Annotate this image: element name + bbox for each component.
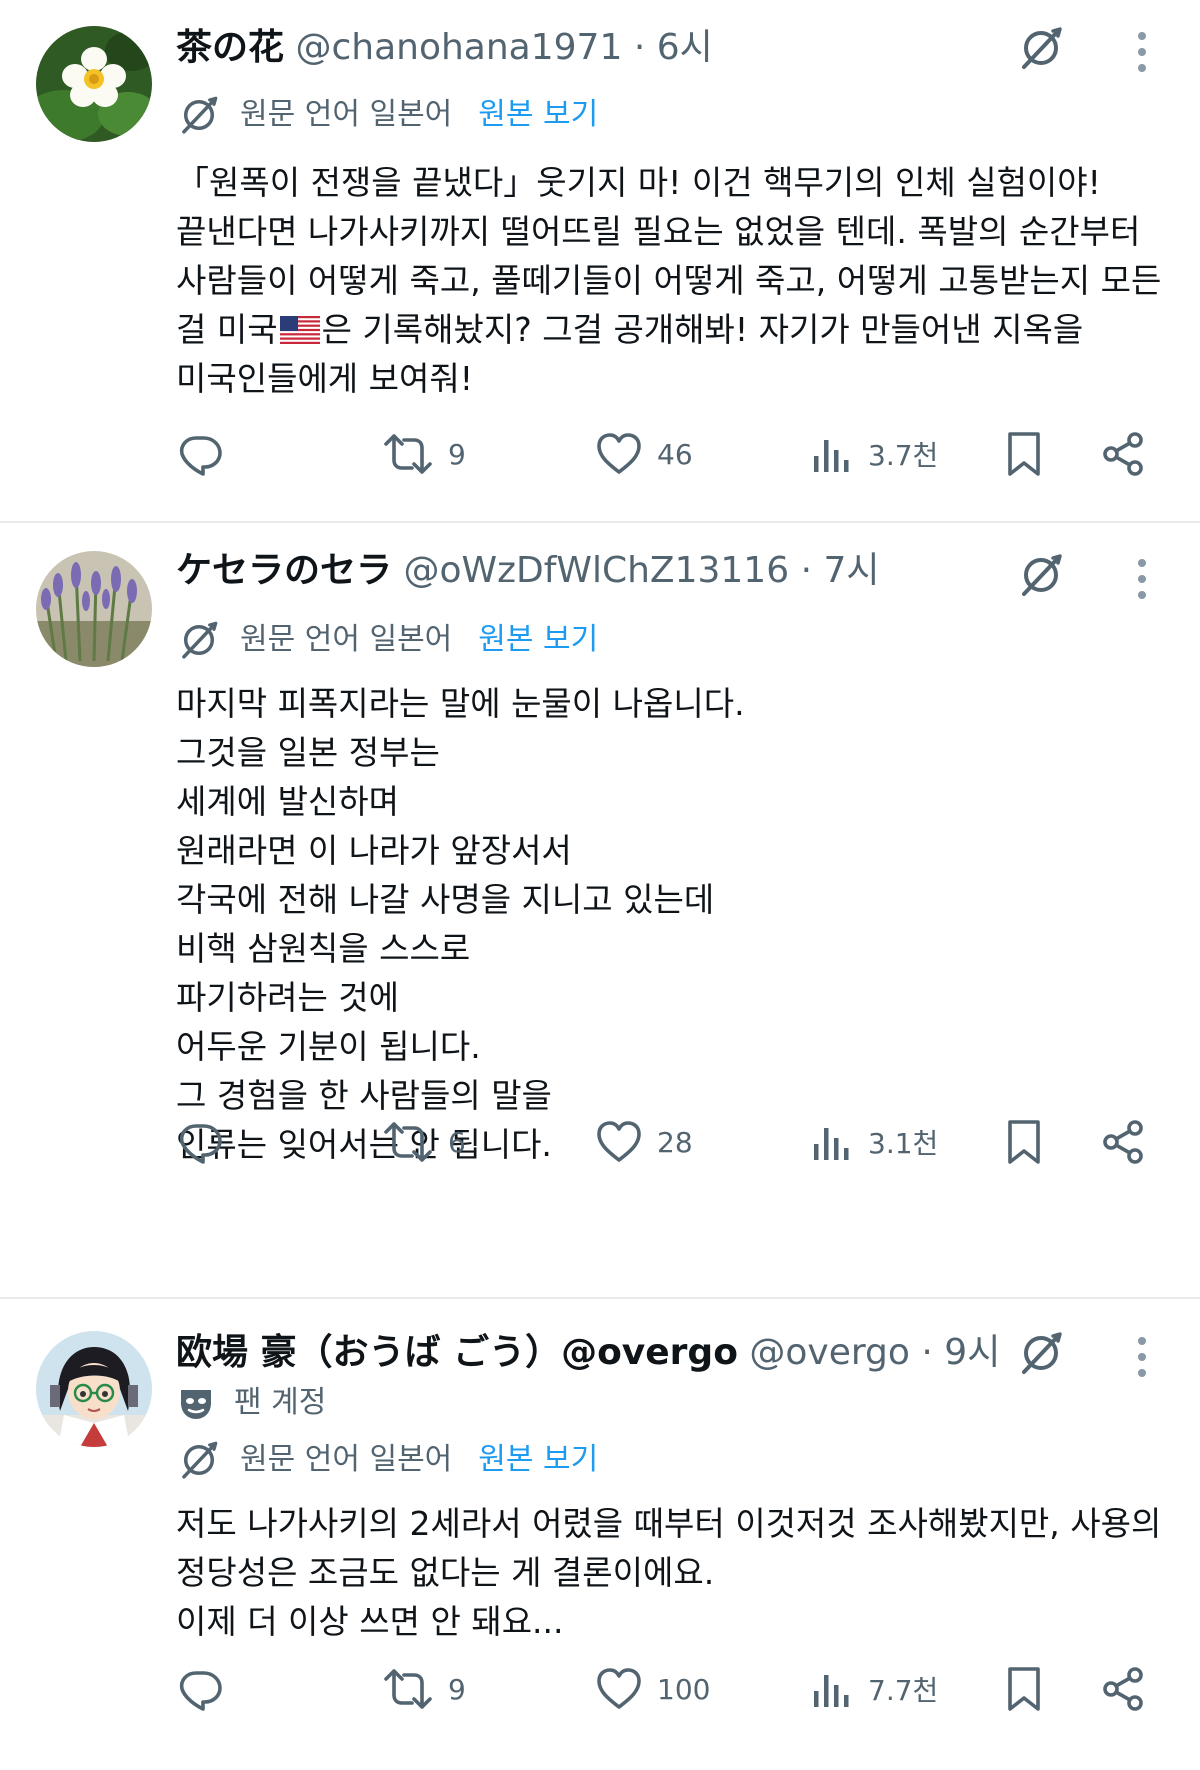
separator-dot: · <box>800 550 813 591</box>
like-button[interactable]: 100 <box>595 1659 710 1719</box>
share-icon <box>1100 1118 1148 1166</box>
bookmark-button[interactable] <box>1004 1112 1044 1172</box>
view-count: 3.7천 <box>868 439 939 472</box>
retweet-button[interactable]: 6 <box>382 1112 466 1172</box>
source-language-label: 원문 언어 일본어 <box>240 97 453 132</box>
like-icon <box>595 430 643 478</box>
display-name[interactable]: ケセラのセラ <box>176 550 392 591</box>
retweet-icon <box>382 1118 434 1166</box>
share-icon <box>1100 1665 1148 1713</box>
translation-bar: 원문 언어 일본어 원본 보기 <box>176 1437 598 1483</box>
show-original-link[interactable]: 원본 보기 <box>478 620 598 660</box>
action-bar: 9 46 3.7천 <box>0 424 1200 484</box>
translate-icon[interactable] <box>1015 1327 1067 1379</box>
reply-button[interactable] <box>176 424 224 484</box>
tweet-header: ケセラのセラ @oWzDfWlChZ13116 · 7시 <box>176 549 880 593</box>
bookmark-icon <box>1004 1118 1044 1166</box>
avatar[interactable] <box>36 551 152 667</box>
bookmark-icon <box>1004 430 1044 478</box>
like-button[interactable]: 28 <box>595 1112 693 1172</box>
timestamp[interactable]: 7시 <box>823 550 879 591</box>
retweet-icon <box>382 430 434 478</box>
like-count: 100 <box>657 1672 711 1706</box>
action-bar: 6 28 3.1천 <box>0 1112 1200 1172</box>
source-language-label: 원문 언어 일본어 <box>240 1442 453 1477</box>
translate-icon <box>176 617 222 663</box>
reply-button[interactable] <box>176 1659 224 1719</box>
share-button[interactable] <box>1100 1659 1148 1719</box>
retweet-count: 9 <box>448 1672 466 1706</box>
share-icon <box>1100 430 1148 478</box>
translation-bar: 원문 언어 일본어 원본 보기 <box>176 617 598 663</box>
retweet-button[interactable]: 9 <box>382 1659 466 1719</box>
display-name[interactable]: 茶の花 <box>176 27 284 68</box>
tweet[interactable]: 茶の花 @chanohana1971 · 6시 원문 언어 일본어 원본 보기 … <box>0 0 1200 523</box>
tweet[interactable]: 欧場 豪（おうば ごう）@overgo @overgo · 9시 팬 계정 원문… <box>0 1299 1200 1770</box>
translate-icon[interactable] <box>1015 22 1067 74</box>
retweet-button[interactable]: 9 <box>382 424 466 484</box>
like-count: 46 <box>657 437 693 471</box>
tweet-header: 欧場 豪（おうば ごう）@overgo @overgo · 9시 <box>176 1331 1000 1375</box>
separator-dot: · <box>921 1332 933 1373</box>
reply-icon <box>176 1118 224 1166</box>
display-name[interactable]: 欧場 豪（おうば ごう）@overgo <box>176 1332 738 1373</box>
retweet-count: 9 <box>448 437 466 471</box>
retweet-icon <box>382 1665 434 1713</box>
timestamp[interactable]: 6시 <box>657 27 713 68</box>
translation-bar: 원문 언어 일본어 원본 보기 <box>176 92 598 138</box>
like-button[interactable]: 46 <box>595 424 693 484</box>
fan-account-icon <box>181 1390 211 1419</box>
tweet-header: 茶の花 @chanohana1971 · 6시 <box>176 26 713 70</box>
views-icon <box>810 430 854 478</box>
us-flag-icon <box>279 316 320 344</box>
views-icon <box>810 1118 854 1166</box>
views-button[interactable]: 3.7천 <box>810 424 938 484</box>
tweet-text: 저도 나가사키의 2세라서 어렸을 때부터 이것저것 조사해봤지만, 사용의 정… <box>176 1504 1162 1641</box>
views-button[interactable]: 7.7천 <box>810 1659 938 1719</box>
views-button[interactable]: 3.1천 <box>810 1112 938 1172</box>
more-icon[interactable] <box>1127 557 1157 601</box>
tweet-text: 마지막 피폭지라는 말에 눈물이 나옵니다. 그것을 일본 정부는 세계에 발신… <box>176 684 745 1164</box>
share-button[interactable] <box>1100 1112 1148 1172</box>
retweet-count: 6 <box>448 1125 466 1159</box>
more-icon[interactable] <box>1127 30 1157 74</box>
translate-icon[interactable] <box>1015 549 1067 601</box>
like-count: 28 <box>657 1125 693 1159</box>
translate-icon <box>176 92 222 138</box>
view-count: 7.7천 <box>868 1674 939 1707</box>
timestamp[interactable]: 9시 <box>944 1332 1000 1373</box>
like-icon <box>595 1118 643 1166</box>
handle[interactable]: @overgo <box>749 1332 910 1373</box>
handle[interactable]: @oWzDfWlChZ13116 <box>403 550 789 591</box>
bookmark-icon <box>1004 1665 1044 1713</box>
show-original-link[interactable]: 원본 보기 <box>478 1440 598 1480</box>
views-icon <box>810 1665 854 1713</box>
bookmark-button[interactable] <box>1004 1659 1044 1719</box>
show-original-link[interactable]: 원본 보기 <box>478 95 598 135</box>
fan-account-label: 팬 계정 <box>234 1385 327 1420</box>
tweet[interactable]: ケセラのセラ @oWzDfWlChZ13116 · 7시 원문 언어 일본어 원… <box>0 523 1200 1299</box>
action-bar: 9 100 7.7천 <box>0 1659 1200 1719</box>
share-button[interactable] <box>1100 424 1148 484</box>
avatar[interactable] <box>36 26 152 142</box>
separator-dot: · <box>633 27 646 68</box>
like-icon <box>595 1665 643 1713</box>
more-icon[interactable] <box>1127 1335 1157 1379</box>
reply-button[interactable] <box>176 1112 224 1172</box>
handle[interactable]: @chanohana1971 <box>295 27 622 68</box>
fan-account-badge: 팬 계정 <box>176 1383 326 1423</box>
bookmark-button[interactable] <box>1004 424 1044 484</box>
source-language-label: 원문 언어 일본어 <box>240 622 453 657</box>
tweet-text: 「원폭이 전쟁을 끝냈다」웃기지 마! 이건 핵무기의 인체 실험이야! 끝낸다… <box>176 158 1166 403</box>
avatar[interactable] <box>36 1331 152 1447</box>
reply-icon <box>176 1665 224 1713</box>
translate-icon <box>176 1437 222 1483</box>
view-count: 3.1천 <box>868 1127 939 1160</box>
reply-icon <box>176 430 224 478</box>
